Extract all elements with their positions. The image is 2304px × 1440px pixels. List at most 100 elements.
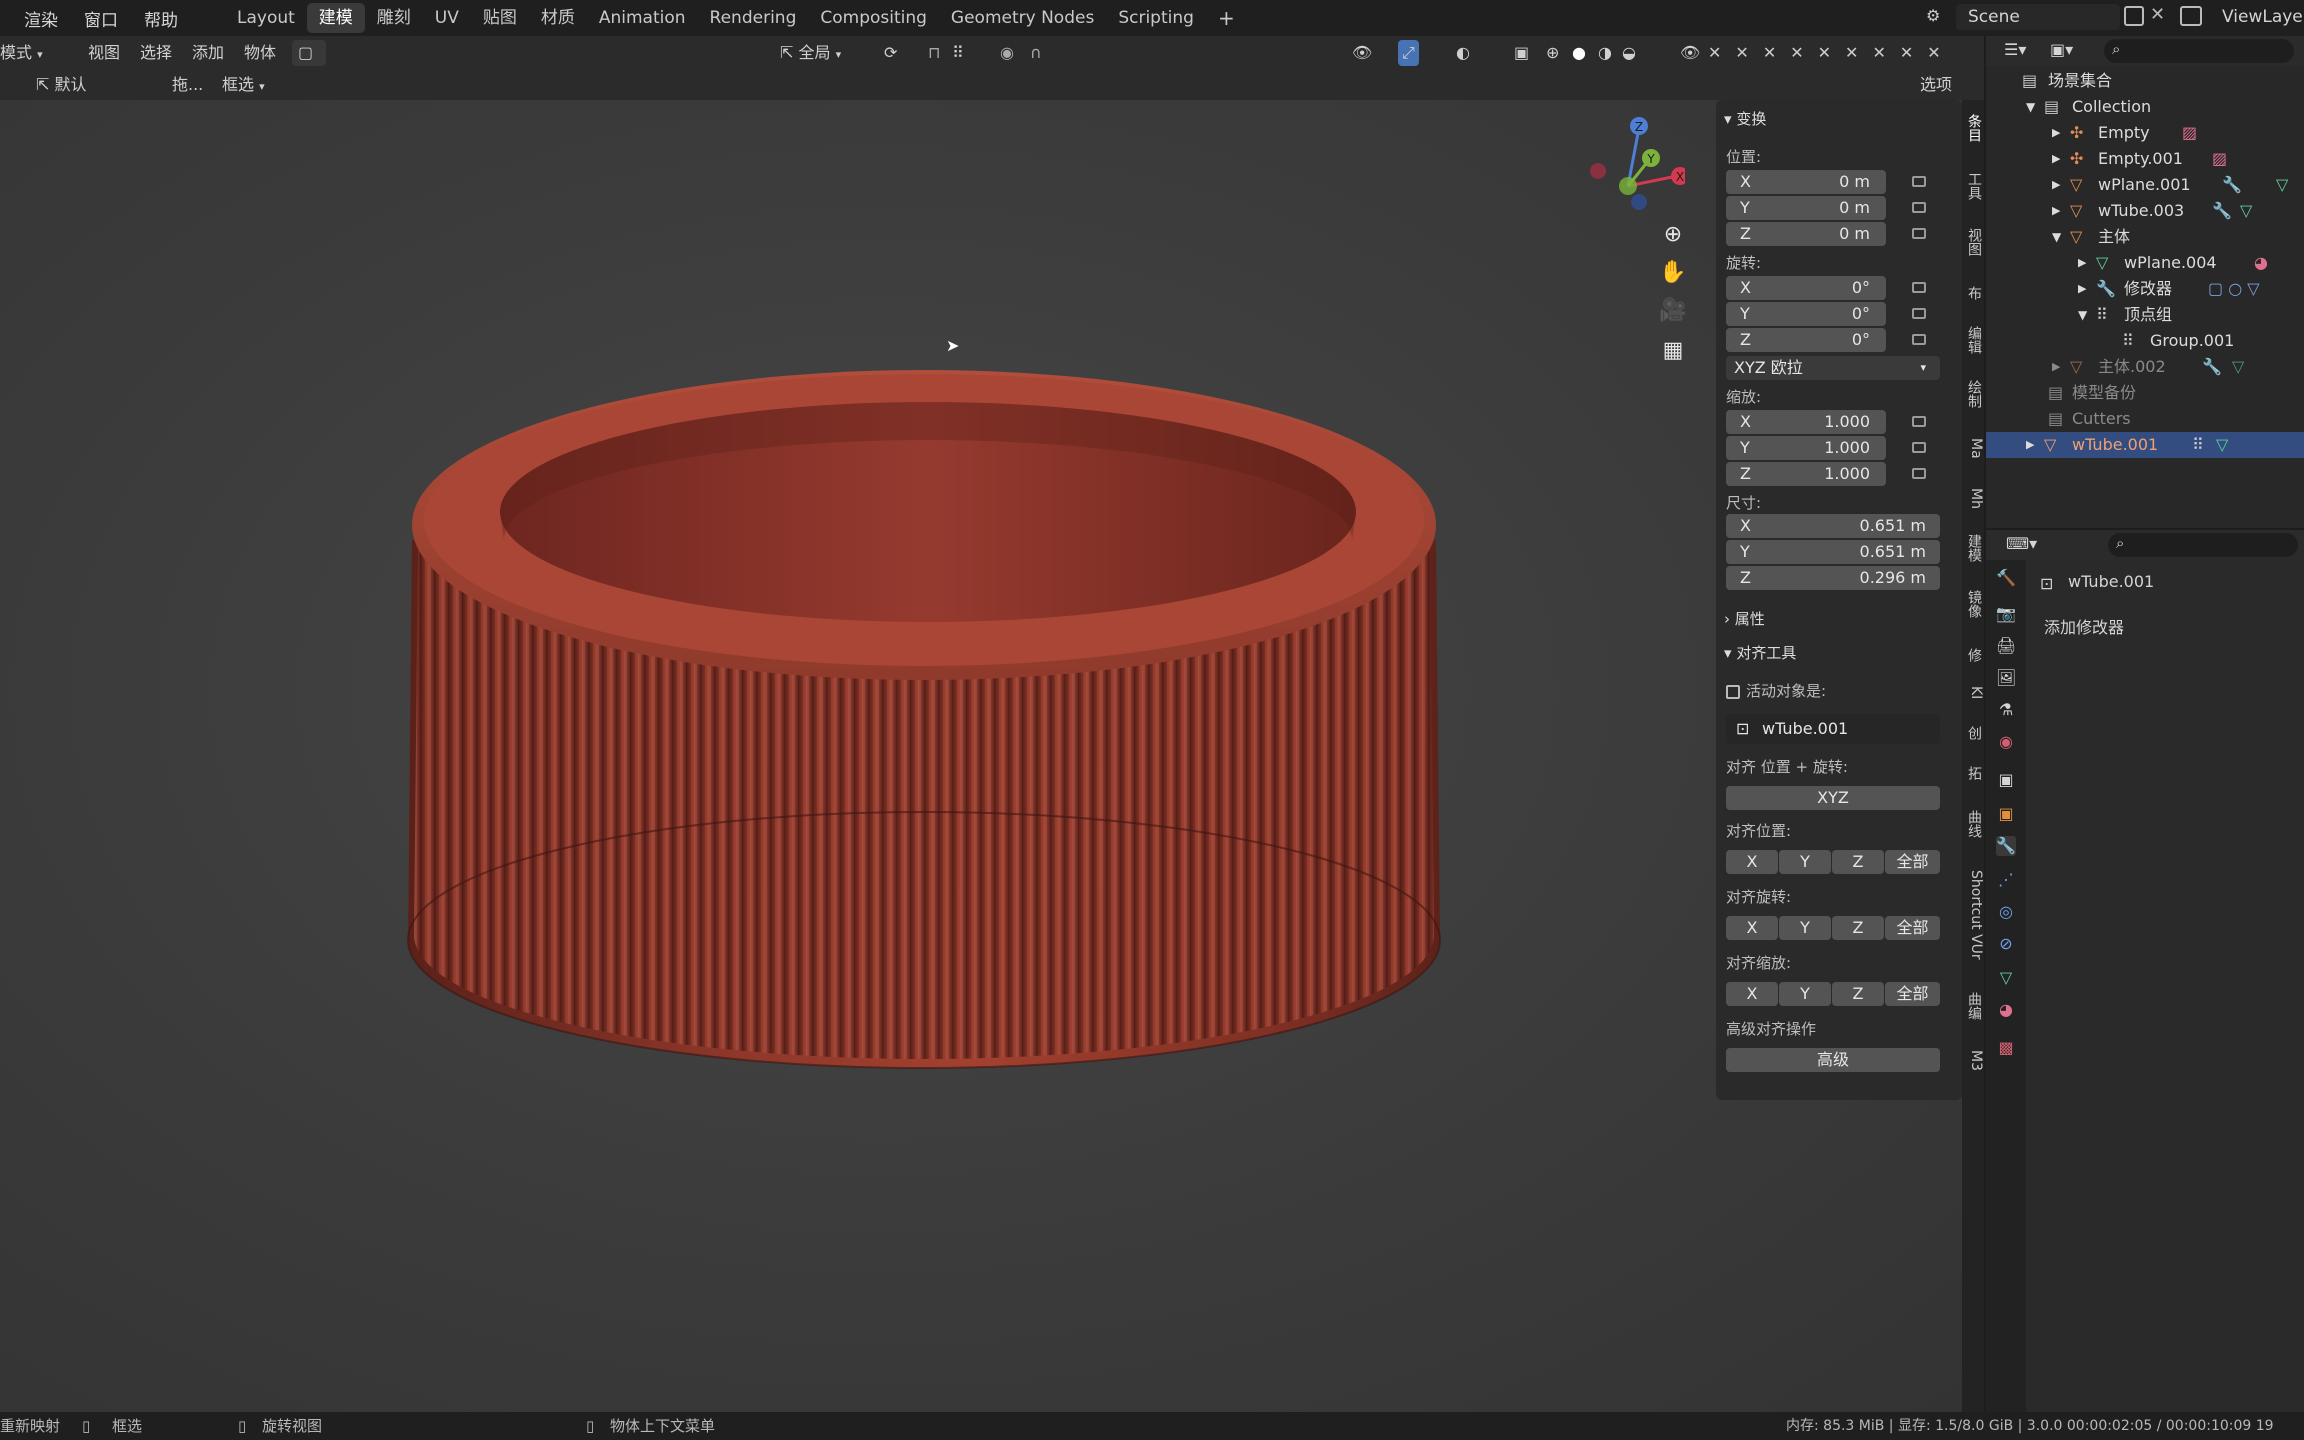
- tab-curve[interactable]: 曲线: [1962, 810, 1984, 838]
- tab-texture-paint[interactable]: 贴图: [471, 3, 529, 33]
- lock-icon[interactable]: [1912, 176, 1926, 187]
- proportional-edit-icon[interactable]: ◉: [1000, 40, 1014, 66]
- tab-view[interactable]: 视图: [1962, 228, 1984, 256]
- particles-icon[interactable]: ⋰: [1996, 870, 2016, 890]
- scale-y-field[interactable]: Y 1.000: [1726, 436, 1886, 460]
- data-icon[interactable]: ▽: [1996, 968, 2016, 988]
- tab-material[interactable]: 材质: [529, 3, 587, 33]
- display-mode-icon[interactable]: ☰▾: [2004, 40, 2026, 59]
- align-xyz-button[interactable]: XYZ: [1726, 786, 1940, 810]
- align-loc-y-button[interactable]: Y: [1779, 850, 1831, 874]
- align-rot-z-button[interactable]: Z: [1832, 916, 1884, 940]
- tab-mh[interactable]: Mh: [1962, 488, 1984, 509]
- outliner-row-main-body[interactable]: ▼ ▽ 主体: [1986, 224, 2304, 250]
- menu-object[interactable]: 物体: [244, 40, 276, 66]
- menu-view[interactable]: 视图: [88, 40, 120, 66]
- transform-header[interactable]: ▾ 变换: [1724, 108, 1766, 129]
- tab-layout[interactable]: Layout: [225, 3, 307, 33]
- menu-render[interactable]: 渲染: [0, 6, 71, 31]
- outliner-row-model-backup[interactable]: ▤ 模型备份: [1986, 380, 2304, 406]
- tab-ma[interactable]: Ma: [1962, 438, 1984, 459]
- outliner-row-group-001[interactable]: ⠿ Group.001: [1986, 328, 2304, 354]
- menu-select[interactable]: 选择: [140, 40, 172, 66]
- lock-icon[interactable]: [1912, 416, 1926, 427]
- align-scale-x-button[interactable]: X: [1726, 982, 1778, 1006]
- outliner-row-empty-001[interactable]: ▶ ✣ Empty.001 ▨: [1986, 146, 2304, 172]
- menu-window[interactable]: 窗口: [71, 6, 131, 31]
- tab-create[interactable]: 创: [1962, 726, 1984, 740]
- object-properties-icon[interactable]: ▣: [1996, 804, 2016, 824]
- location-z-field[interactable]: Z 0 m: [1726, 222, 1886, 246]
- outliner-row-wplane-004[interactable]: ▶ ▽ wPlane.004 ◕: [1986, 250, 2304, 276]
- rotation-z-field[interactable]: Z 0°: [1726, 328, 1886, 352]
- constraints-icon[interactable]: ⊘: [1996, 934, 2016, 954]
- tab-uv[interactable]: UV: [423, 3, 471, 33]
- material-icon[interactable]: ◕: [1996, 1000, 2016, 1020]
- tab-m3[interactable]: M3: [1962, 1050, 1984, 1071]
- select-mode-dropdown[interactable]: 框选 ▾: [212, 72, 292, 98]
- scale-x-field[interactable]: X 1.000: [1726, 410, 1886, 434]
- scale-z-field[interactable]: Z 1.000: [1726, 462, 1886, 486]
- active-object-field[interactable]: ⊡ wTube.001: [1726, 714, 1940, 744]
- tab-cloth[interactable]: 布: [1962, 286, 1984, 300]
- menu-help[interactable]: 帮助: [131, 6, 191, 31]
- tab-mirror[interactable]: 镜像: [1962, 590, 1984, 618]
- outliner-row-wtube-001[interactable]: ▶ ▽ wTube.001 ⠿ ▽: [1986, 432, 2304, 458]
- tab-curve-edit[interactable]: 曲编: [1962, 992, 1984, 1020]
- modifier-wrench-icon[interactable]: 🔧: [1996, 836, 2016, 856]
- header-tools-icon[interactable]: ✕✕✕✕✕✕✕✕✕: [1708, 40, 1955, 66]
- outliner-row-vertex-groups[interactable]: ▼ ⠿ 顶点组: [1986, 302, 2304, 328]
- outliner-row-modifiers[interactable]: ▶ 🔧 修改器 ▢ ○ ▽: [1986, 276, 2304, 302]
- menu-add[interactable]: 添加: [192, 40, 224, 66]
- shading-solid-icon[interactable]: ●: [1572, 40, 1586, 66]
- grid-icon[interactable]: ▦: [1656, 334, 1690, 368]
- rotation-x-field[interactable]: X 0°: [1726, 276, 1886, 300]
- rotation-y-field[interactable]: Y 0°: [1726, 302, 1886, 326]
- editor-type-icon[interactable]: ⌨▾: [2006, 534, 2037, 553]
- add-modifier-button[interactable]: 添加修改器: [2044, 614, 2124, 638]
- render-icon[interactable]: 📷: [1996, 604, 2016, 624]
- align-scale-z-button[interactable]: Z: [1832, 982, 1884, 1006]
- align-rot-all-button[interactable]: 全部: [1885, 916, 1940, 940]
- transform-orientation-dropdown[interactable]: ⇱ 全局 ▾: [770, 40, 870, 66]
- new-scene-icon[interactable]: [2124, 6, 2144, 26]
- attributes-header[interactable]: › 属性: [1724, 608, 1765, 629]
- tab-modeling[interactable]: 建模: [306, 3, 365, 33]
- advanced-button[interactable]: 高级: [1726, 1048, 1940, 1072]
- drag-label[interactable]: 拖...: [172, 72, 203, 98]
- snap-icon[interactable]: ⊓: [928, 40, 940, 66]
- align-loc-all-button[interactable]: 全部: [1885, 850, 1940, 874]
- tab-edit[interactable]: 编辑: [1962, 326, 1984, 354]
- texture-icon[interactable]: ▩: [1996, 1038, 2016, 1058]
- align-scale-all-button[interactable]: 全部: [1885, 982, 1940, 1006]
- location-y-field[interactable]: Y 0 m: [1726, 196, 1886, 220]
- visibility-toggle-icon[interactable]: 👁: [1680, 40, 1700, 66]
- output-icon[interactable]: 🖨: [1996, 636, 2016, 656]
- tab-topology[interactable]: 拓: [1962, 766, 1984, 780]
- xray-icon[interactable]: ▣: [1514, 40, 1529, 66]
- location-x-field[interactable]: X 0 m: [1726, 170, 1886, 194]
- snap-target-icon[interactable]: ⠿: [952, 40, 964, 66]
- lock-icon[interactable]: [1912, 334, 1926, 345]
- tab-modeling[interactable]: 建模: [1962, 534, 1984, 562]
- scene-field[interactable]: Scene: [1956, 4, 2120, 30]
- tab-item[interactable]: 条目: [1962, 114, 1984, 142]
- tab-draw[interactable]: 绘制: [1962, 380, 1984, 408]
- dimension-z-field[interactable]: Z 0.296 m: [1726, 566, 1940, 590]
- zoom-icon[interactable]: ⊕: [1656, 218, 1690, 252]
- checkbox-icon[interactable]: [1726, 684, 1740, 699]
- outliner-row-main-body-002[interactable]: ▶ ▽ 主体.002 🔧 ▽: [1986, 354, 2304, 380]
- align-tools-header[interactable]: ▾ 对齐工具: [1724, 642, 1796, 663]
- pivot-icon[interactable]: ⟳: [884, 40, 897, 66]
- lock-icon[interactable]: [1912, 202, 1926, 213]
- view-layer-name[interactable]: ViewLayer: [2222, 4, 2304, 30]
- add-workspace-button[interactable]: +: [1206, 3, 1247, 33]
- lock-icon[interactable]: [1912, 228, 1926, 239]
- tab-fix[interactable]: 修: [1962, 648, 1984, 662]
- lock-icon[interactable]: [1912, 282, 1926, 293]
- outliner-row-wplane-001[interactable]: ▶ ▽ wPlane.001 🔧 ▽: [1986, 172, 2304, 198]
- tab-tool[interactable]: 工具: [1962, 172, 1984, 200]
- view-layer-icon[interactable]: 🖼: [1996, 668, 2016, 688]
- dimension-y-field[interactable]: Y 0.651 m: [1726, 540, 1940, 564]
- align-scale-y-button[interactable]: Y: [1779, 982, 1831, 1006]
